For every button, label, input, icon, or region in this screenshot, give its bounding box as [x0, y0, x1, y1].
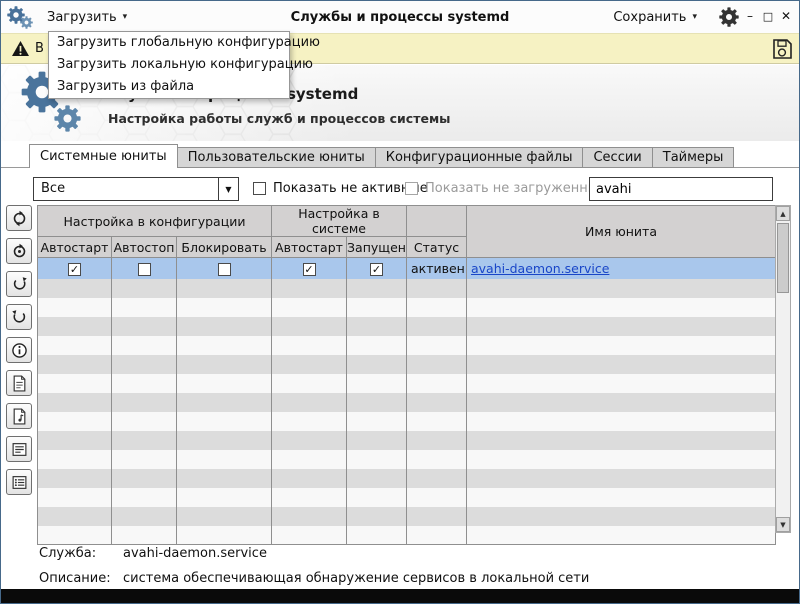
log-button[interactable]	[6, 436, 32, 462]
group-header-system: Настройка в системе	[272, 206, 407, 237]
app-window: Загрузить ▾ Службы и процессы systemd Со…	[0, 0, 800, 604]
show-inactive-checkbox[interactable]	[253, 182, 266, 195]
side-toolbar	[6, 205, 32, 495]
search-input[interactable]	[589, 177, 773, 201]
service-value: avahi-daemon.service	[123, 546, 267, 561]
table-row-empty	[38, 298, 776, 317]
unit-filter-value: Все	[41, 178, 65, 200]
redo-button[interactable]	[6, 271, 32, 297]
redo-arrow-icon	[11, 276, 28, 293]
unit-table-body: ✓ ✓ ✓ активен avahi-daemon.service	[38, 258, 776, 545]
description-value: система обеспечивающая обнаружение серви…	[123, 571, 589, 586]
unit-filter-dropdown[interactable]: Все ▼	[33, 177, 239, 201]
bottom-bar	[1, 589, 799, 603]
table-row-empty	[38, 393, 776, 412]
load-menu-popup: Загрузить глобальную конфигурацию Загруз…	[48, 31, 290, 99]
minimize-button[interactable]: –	[741, 1, 759, 31]
table-row-empty	[38, 412, 776, 431]
show-unloaded-checkbox[interactable]	[405, 182, 418, 195]
column-header-autostart-system: Автостарт	[272, 237, 347, 258]
file-icon	[11, 375, 28, 392]
table-row-empty	[38, 526, 776, 545]
table-row-empty	[38, 488, 776, 507]
refresh-button[interactable]	[6, 205, 32, 231]
autostart-config-checkbox[interactable]: ✓	[68, 263, 81, 276]
journal-button[interactable]	[6, 403, 32, 429]
tab-timers[interactable]: Таймеры	[653, 147, 735, 168]
caret-down-icon: ▾	[692, 12, 697, 22]
column-header-unit-name: Имя юнита	[467, 206, 776, 258]
restart-button[interactable]	[6, 238, 32, 264]
autostop-checkbox[interactable]	[138, 263, 151, 276]
unit-name-link[interactable]: avahi-daemon.service	[471, 261, 609, 276]
service-label: Служба:	[39, 546, 96, 561]
vertical-scrollbar[interactable]: ▲ ▼	[775, 205, 791, 533]
caret-down-icon: ▾	[123, 12, 128, 22]
file-button[interactable]	[6, 370, 32, 396]
column-header-running: Запущен	[347, 237, 407, 258]
group-header-empty	[407, 206, 467, 237]
table-row-empty	[38, 450, 776, 469]
refresh-icon	[11, 210, 28, 227]
undo-arrow-icon	[11, 309, 28, 326]
tab-bar: Системные юниты Пользовательские юниты К…	[29, 144, 734, 168]
units-table: Настройка в конфигурации Настройка в сис…	[37, 205, 775, 545]
menu-item-load-local[interactable]: Загрузить локальную конфигурацию	[49, 54, 289, 76]
table-row-empty	[38, 355, 776, 374]
tab-sessions[interactable]: Сессии	[583, 147, 652, 168]
autostart-system-checkbox[interactable]: ✓	[303, 263, 316, 276]
list-icon	[11, 474, 28, 491]
status-cell: активен	[407, 258, 467, 279]
warning-icon	[11, 40, 30, 57]
scrollbar-thumb[interactable]	[777, 223, 789, 293]
journal-icon	[11, 408, 28, 425]
table-row-empty	[38, 507, 776, 526]
column-header-block: Блокировать	[177, 237, 272, 258]
table-row-empty	[38, 317, 776, 336]
column-header-autostop: Автостоп	[112, 237, 177, 258]
titlebar: Загрузить ▾ Службы и процессы systemd Со…	[1, 1, 799, 33]
app-gears-icon	[7, 4, 35, 30]
load-menu-button[interactable]: Загрузить ▾	[39, 1, 135, 33]
info-button[interactable]	[6, 337, 32, 363]
description-label: Описание:	[39, 571, 111, 586]
chevron-down-icon[interactable]: ▼	[218, 178, 238, 200]
table-row-empty	[38, 279, 776, 298]
settings-gear-icon[interactable]	[719, 7, 739, 27]
scroll-up-icon[interactable]: ▲	[776, 206, 790, 221]
banner-subtitle: Настройка работы служб и процессов систе…	[108, 111, 450, 126]
close-button[interactable]: ✕	[777, 1, 795, 31]
restart-icon	[11, 243, 28, 260]
load-menu-label: Загрузить	[47, 10, 117, 25]
log-icon	[11, 441, 28, 458]
tab-system-units[interactable]: Системные юниты	[29, 144, 178, 168]
column-header-autostart-config: Автостарт	[38, 237, 112, 258]
save-menu-button[interactable]: Сохранить ▾	[605, 1, 705, 33]
table-row-empty	[38, 469, 776, 488]
tab-user-units[interactable]: Пользовательские юниты	[178, 147, 376, 168]
table-row-empty	[38, 336, 776, 355]
running-checkbox[interactable]: ✓	[370, 263, 383, 276]
save-menu-label: Сохранить	[613, 10, 686, 25]
tab-config-files[interactable]: Конфигурационные файлы	[376, 147, 584, 168]
scroll-down-icon[interactable]: ▼	[776, 517, 790, 532]
table-row-avahi[interactable]: ✓ ✓ ✓ активен avahi-daemon.service	[38, 258, 776, 279]
menu-item-load-global[interactable]: Загрузить глобальную конфигурацию	[49, 32, 289, 54]
block-checkbox[interactable]	[218, 263, 231, 276]
show-unloaded-label: Показать не загруженные	[425, 177, 606, 201]
undo-button[interactable]	[6, 304, 32, 330]
save-file-icon[interactable]	[771, 38, 793, 60]
column-header-status: Статус	[407, 237, 467, 258]
group-header-config: Настройка в конфигурации	[38, 206, 272, 237]
maximize-button[interactable]: □	[759, 1, 777, 31]
info-icon	[11, 342, 28, 359]
list-button[interactable]	[6, 469, 32, 495]
warning-text: В	[35, 34, 44, 63]
table-row-empty	[38, 374, 776, 393]
menu-item-load-file[interactable]: Загрузить из файла	[49, 76, 289, 98]
table-row-empty	[38, 431, 776, 450]
